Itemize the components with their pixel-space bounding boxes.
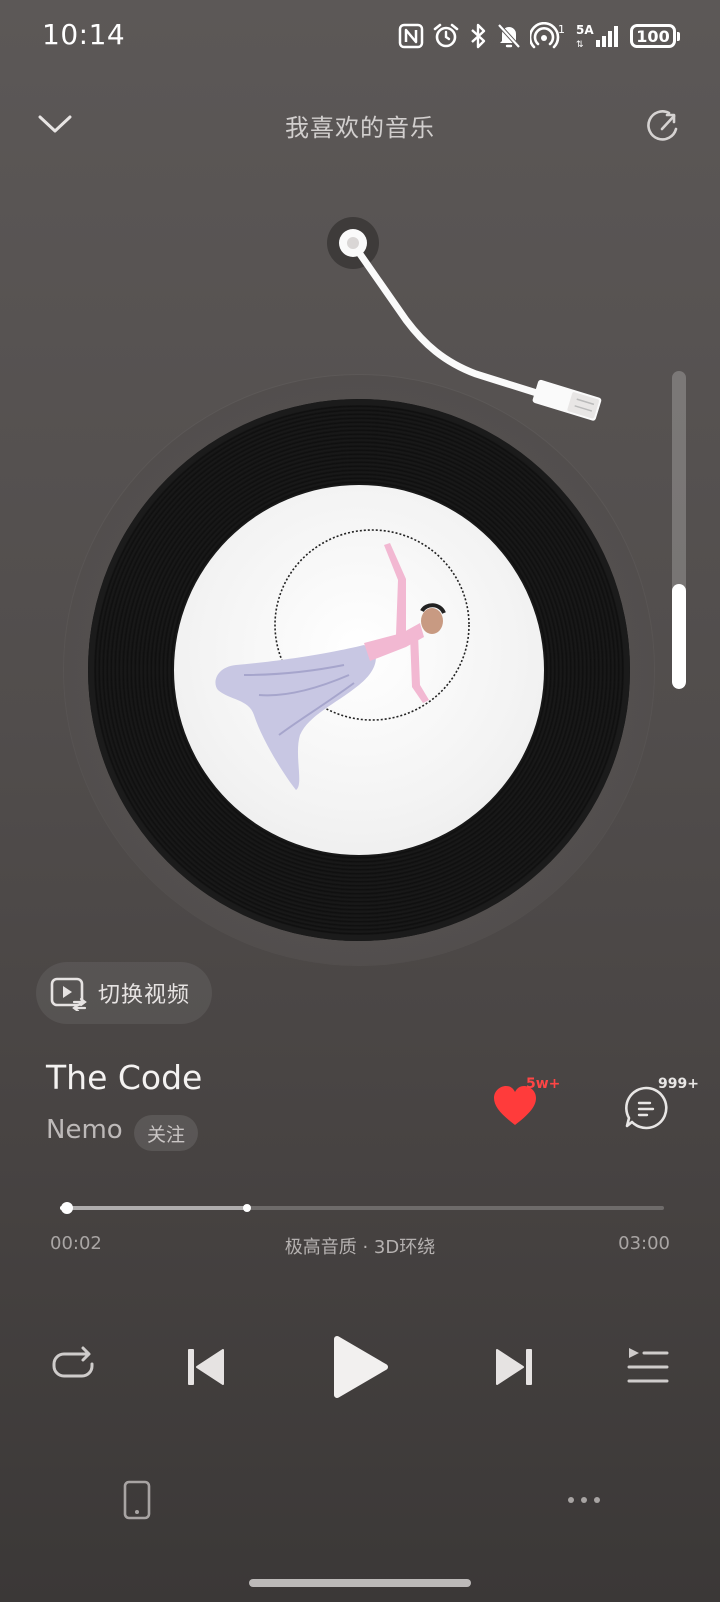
home-indicator[interactable] bbox=[249, 1579, 471, 1587]
playlist-icon bbox=[627, 1348, 669, 1383]
skip-next-icon bbox=[496, 1349, 532, 1385]
svg-text:⇅: ⇅ bbox=[576, 40, 584, 50]
follow-button[interactable]: 关注 bbox=[134, 1115, 199, 1151]
volume-slider[interactable] bbox=[672, 371, 686, 689]
album-art-image bbox=[215, 529, 470, 790]
progress-thumb[interactable] bbox=[60, 1202, 73, 1214]
battery-level: 100 bbox=[630, 24, 676, 48]
more-button[interactable] bbox=[566, 1490, 602, 1510]
mute-bell-icon bbox=[497, 23, 521, 49]
artist-name[interactable]: Nemo bbox=[46, 1115, 123, 1145]
buffer-marker bbox=[243, 1204, 252, 1212]
nfc-icon bbox=[398, 23, 424, 49]
hotspot-count: 1 bbox=[558, 23, 565, 36]
song-title: The Code bbox=[46, 1058, 203, 1097]
total-time: 03:00 bbox=[618, 1233, 670, 1254]
playlist-button[interactable] bbox=[626, 1344, 670, 1388]
share-button[interactable] bbox=[642, 104, 686, 148]
progress-bar[interactable] bbox=[60, 1202, 664, 1214]
alarm-icon bbox=[433, 23, 459, 48]
page-title: 我喜欢的音乐 bbox=[285, 114, 435, 142]
bluetooth-icon bbox=[471, 23, 486, 49]
sound-quality[interactable]: 极高音质 · 3D环绕 bbox=[0, 1233, 720, 1259]
repeat-icon bbox=[52, 1346, 94, 1378]
album-art bbox=[174, 485, 544, 855]
like-count: 5w+ bbox=[526, 1076, 561, 1092]
switch-video-button[interactable]: 切换视频 bbox=[36, 962, 212, 1024]
tonearm bbox=[327, 217, 602, 421]
video-switch-icon bbox=[50, 977, 87, 1011]
more-icon bbox=[568, 1497, 600, 1503]
volume-level bbox=[672, 584, 686, 689]
switch-video-label: 切换视频 bbox=[98, 983, 191, 1008]
share-icon bbox=[647, 110, 678, 141]
signal-icon: 5A ⇅ bbox=[576, 23, 618, 50]
play-button[interactable] bbox=[328, 1334, 392, 1400]
comment-count: 999+ bbox=[658, 1076, 699, 1092]
buffered-bar bbox=[60, 1206, 248, 1210]
repeat-button[interactable] bbox=[48, 1342, 98, 1388]
status-time: 10:14 bbox=[42, 18, 126, 51]
previous-button[interactable] bbox=[186, 1346, 226, 1388]
battery-indicator: 100 bbox=[630, 24, 680, 48]
device-button[interactable] bbox=[120, 1478, 154, 1522]
network-label: 5A bbox=[576, 23, 594, 37]
status-icons: 1 5A ⇅ 100 bbox=[398, 20, 680, 52]
phone-device-icon bbox=[123, 1480, 151, 1520]
hotspot-icon: 1 bbox=[530, 22, 565, 49]
skip-previous-icon bbox=[188, 1349, 224, 1385]
next-button[interactable] bbox=[494, 1346, 534, 1388]
play-icon bbox=[334, 1336, 388, 1398]
